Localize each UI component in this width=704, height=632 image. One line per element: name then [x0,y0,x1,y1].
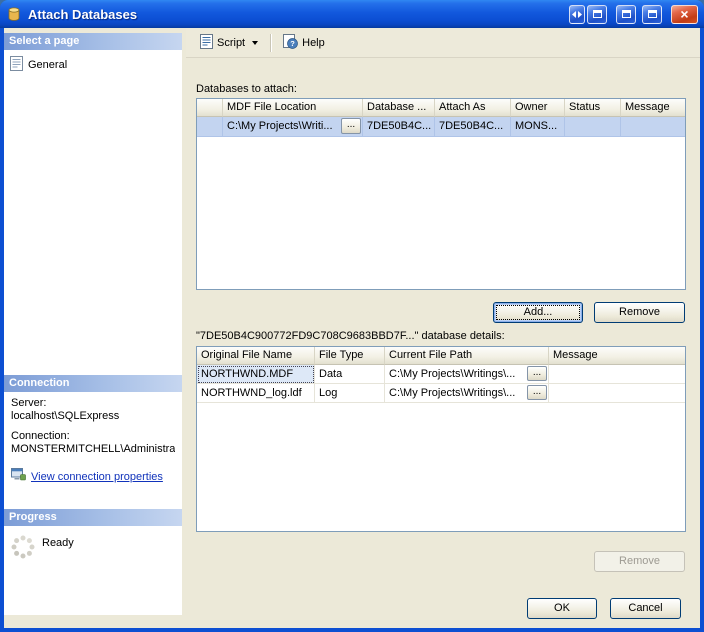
progress-panel: Ready [4,526,182,615]
column-header-attach-as[interactable]: Attach As [435,99,511,117]
pages-panel: General [4,50,182,375]
table-row[interactable]: NORTHWND_log.ldf Log C:\My Projects\Writ… [197,384,685,403]
browse-path-button[interactable]: ... [527,366,547,381]
original-file-name-cell[interactable]: NORTHWND.MDF [197,365,315,384]
dock-arrows-button[interactable] [569,4,585,24]
current-file-path-cell[interactable]: C:\My Projects\Writings\... ... [385,365,549,384]
attach-as-cell[interactable]: 7DE50B4C... [435,117,511,137]
attach-database-icon [6,6,24,22]
details-message-cell[interactable] [549,384,685,403]
mdf-file-location-cell[interactable]: C:\My Projects\Writi... ... [223,117,363,137]
window-title: Attach Databases [28,6,138,22]
help-button[interactable]: ? Help [276,30,332,56]
attach-grid-header-row: MDF File Location Database ... Attach As… [197,99,685,117]
database-details-label: "7DE50B4C900772FD9C708C9683BBD7F..." dat… [196,330,505,342]
maximize-button[interactable] [642,4,662,24]
message-cell[interactable] [621,117,685,137]
connection-header: Connection [4,375,182,392]
sidebar-item-label: General [28,59,68,71]
connection-label: Connection: [11,430,70,442]
general-page-icon [10,56,23,74]
file-type-cell[interactable]: Log [315,384,385,403]
column-header-status[interactable]: Status [565,99,621,117]
table-row[interactable]: C:\My Projects\Writi... ... 7DE50B4C... … [197,117,685,137]
toolbar-separator [270,33,272,52]
help-button-label: Help [302,36,325,49]
script-button[interactable]: Script [193,30,265,56]
connection-value: MONSTERMITCHELL\Administra [11,443,175,455]
column-header-owner[interactable]: Owner [511,99,565,117]
browse-path-button[interactable]: ... [527,385,547,400]
svg-text:?: ? [290,39,295,48]
chevron-down-icon [252,40,259,45]
browse-mdf-button[interactable]: ... [341,118,361,134]
column-header-original-file-name[interactable]: Original File Name [197,347,315,365]
remove-button[interactable]: Remove [594,302,685,323]
column-header-file-type[interactable]: File Type [315,347,385,365]
ok-button[interactable]: OK [527,598,597,619]
details-grid-header-row: Original File Name File Type Current Fil… [197,347,685,365]
details-message-cell[interactable] [549,365,685,384]
owner-cell[interactable]: MONS... [511,117,565,137]
attach-databases-grid[interactable]: MDF File Location Database ... Attach As… [196,98,686,290]
connection-properties-icon [11,467,26,486]
script-icon [200,33,213,52]
details-remove-button[interactable]: Remove [594,551,685,572]
window-restore-icon[interactable] [587,4,607,24]
original-file-name-cell[interactable]: NORTHWND_log.ldf [197,384,315,403]
cancel-button[interactable]: Cancel [610,598,681,619]
database-details-grid[interactable]: Original File Name File Type Current Fil… [196,346,686,532]
status-cell[interactable] [565,117,621,137]
column-header-details-message[interactable]: Message [549,347,685,365]
select-a-page-header: Select a page [4,33,182,50]
table-row[interactable]: NORTHWND.MDF Data C:\My Projects\Writing… [197,365,685,384]
add-button[interactable]: Add... [493,302,583,323]
column-header-selector[interactable] [197,99,223,117]
server-label: Server: [11,397,47,409]
progress-header: Progress [4,509,182,526]
database-cell[interactable]: 7DE50B4C... [363,117,435,137]
view-connection-properties-link[interactable]: View connection properties [31,471,163,483]
progress-spinner-icon [10,534,36,563]
column-header-message[interactable]: Message [621,99,685,117]
attach-databases-dialog: Attach Databases × Select a page General… [0,0,704,632]
dialog-body: Select a page General Connection Server: [4,28,700,628]
file-type-cell[interactable]: Data [315,365,385,384]
databases-to-attach-label: Databases to attach: [196,83,297,95]
close-button[interactable]: × [671,4,698,24]
progress-status: Ready [42,537,74,549]
server-value: localhost\SQLExpress [11,410,120,422]
column-header-mdf-file-location[interactable]: MDF File Location [223,99,363,117]
titlebar[interactable]: Attach Databases × [0,0,704,28]
column-header-current-file-path[interactable]: Current File Path [385,347,549,365]
sidebar-item-general[interactable]: General [10,56,182,74]
minimize-button[interactable] [616,4,636,24]
help-icon: ? [283,33,298,52]
row-selector-cell[interactable] [197,117,223,137]
column-header-database[interactable]: Database ... [363,99,435,117]
current-file-path-cell[interactable]: C:\My Projects\Writings\... ... [385,384,549,403]
connection-panel: Server: localhost\SQLExpress Connection:… [4,392,182,509]
dialog-toolbar: Script ? Help [186,28,700,58]
script-button-label: Script [217,36,246,49]
window-controls: × [567,4,698,24]
